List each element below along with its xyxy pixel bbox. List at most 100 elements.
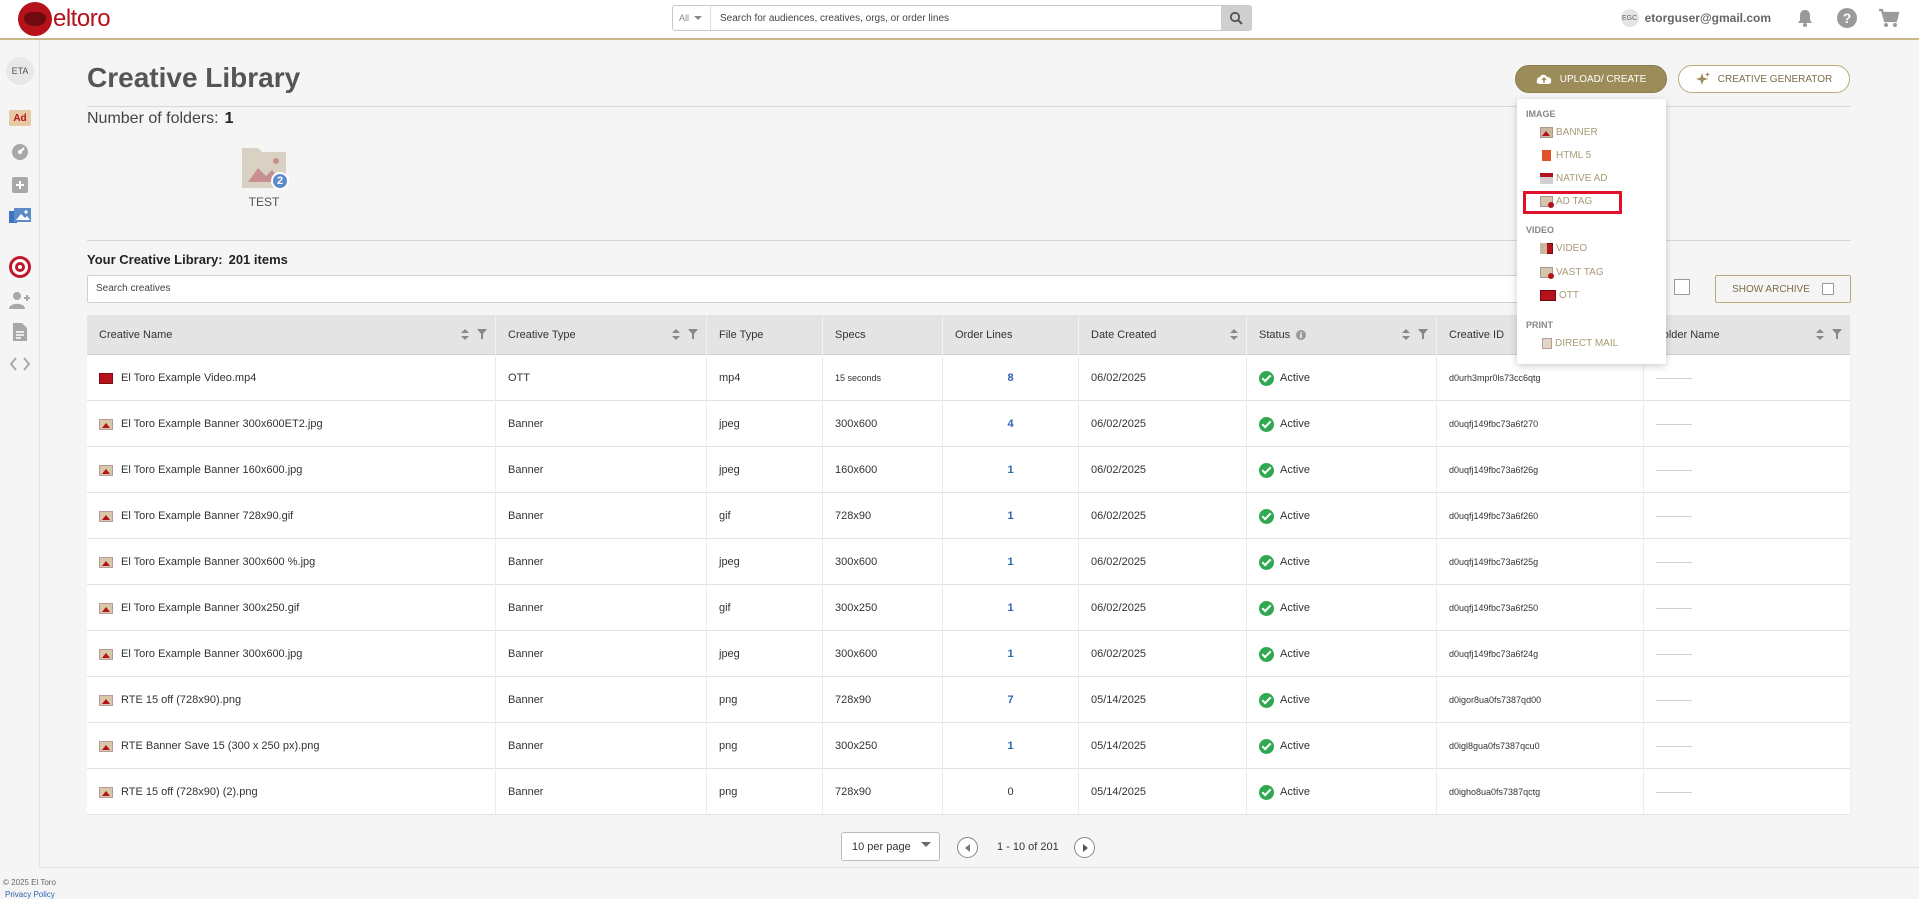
cell-status: Active (1247, 493, 1437, 539)
dashboard-icon[interactable] (5, 139, 35, 165)
help-icon[interactable]: ? (1835, 6, 1859, 30)
folder-name[interactable]: TEST (240, 195, 288, 209)
menu-item-direct-mail[interactable]: DIRECT MAIL (1540, 334, 1618, 352)
cell-order-lines[interactable]: 1 (943, 585, 1079, 631)
filter-icon[interactable] (1832, 329, 1842, 339)
select-checkbox[interactable] (1674, 279, 1690, 295)
user-avatar[interactable]: EGC (1620, 9, 1639, 27)
image-thumbnail-icon (99, 556, 113, 568)
menu-item-native-ad[interactable]: NATIVE AD (1540, 169, 1608, 187)
cell-creative-name[interactable]: El Toro Example Banner 728x90.gif (87, 493, 496, 539)
col-date-created[interactable]: Date Created (1079, 315, 1247, 355)
search-button[interactable] (1221, 6, 1251, 30)
creative-name[interactable]: El Toro Example Banner 160x600.jpg (121, 464, 302, 476)
table-row[interactable]: RTE Banner Save 15 (300 x 250 px).png Ban… (87, 723, 1851, 769)
cell-order-lines[interactable]: 1 (943, 447, 1079, 493)
global-search-input[interactable]: Search for audiences, creatives, orgs, o… (711, 13, 1221, 24)
check-circle-icon (1259, 646, 1274, 662)
target-icon[interactable] (5, 254, 35, 280)
show-archive-toggle[interactable]: SHOW ARCHIVE (1715, 275, 1851, 303)
rail-item-ads[interactable]: Ad (5, 105, 35, 131)
user-email[interactable]: etorguser@gmail.com (1645, 11, 1771, 25)
table-row[interactable]: El Toro Example Banner 728x90.gif Banner g… (87, 493, 1851, 539)
creative-generator-button[interactable]: CREATIVE GENERATOR (1678, 65, 1850, 93)
table-row[interactable]: RTE 15 off (728x90).png Banner png 728x90 7 0… (87, 677, 1851, 723)
cell-creative-name[interactable]: El Toro Example Banner 300x600ET2.jpg (87, 401, 496, 447)
menu-item-video[interactable]: VIDEO (1540, 239, 1587, 257)
chevron-right-icon (1082, 843, 1088, 852)
table-row[interactable]: El Toro Example Banner 300x600 %.jpg Bann… (87, 539, 1851, 585)
table-row[interactable]: El Toro Example Banner 300x250.gif Banner… (87, 585, 1851, 631)
col-folder-name[interactable]: Folder Name (1644, 315, 1851, 355)
search-scope-select[interactable]: All (673, 6, 711, 30)
creative-name[interactable]: RTE 15 off (728x90).png (121, 694, 241, 706)
creative-name[interactable]: El Toro Example Banner 300x600.jpg (121, 648, 302, 660)
creative-library-icon[interactable] (5, 204, 35, 230)
cell-creative-name[interactable]: El Toro Example Banner 300x600.jpg (87, 631, 496, 677)
menu-item-banner[interactable]: BANNER (1540, 123, 1598, 141)
menu-item-html5[interactable]: HTML 5 (1540, 146, 1591, 164)
filter-icon[interactable] (688, 329, 698, 339)
creative-name[interactable]: RTE Banner Save 15 (300 x 250 px).png (121, 740, 320, 752)
ott-icon (1540, 289, 1556, 301)
show-archive-checkbox[interactable] (1821, 283, 1834, 295)
col-order-lines[interactable]: Order Lines (943, 315, 1079, 355)
add-icon[interactable] (5, 172, 35, 198)
previous-page-button[interactable] (957, 837, 978, 858)
cell-creative-name[interactable]: RTE 15 off (728x90) (2).png (87, 769, 496, 815)
cell-order-lines[interactable]: 1 (943, 723, 1079, 769)
cell-order-lines[interactable]: 1 (943, 631, 1079, 677)
cell-order-lines[interactable]: 4 (943, 401, 1079, 447)
creative-name[interactable]: El Toro Example Banner 728x90.gif (121, 510, 293, 522)
cell-order-lines[interactable]: 1 (943, 493, 1079, 539)
upload-create-button[interactable]: UPLOAD/ CREATE (1515, 65, 1667, 93)
sort-icon[interactable] (1230, 329, 1238, 341)
table-row[interactable]: El Toro Example Banner 300x600.jpg Banner… (87, 631, 1851, 677)
next-page-button[interactable] (1074, 837, 1095, 858)
sparkle-icon (1695, 72, 1710, 86)
check-circle-icon (1259, 462, 1274, 478)
cell-creative-name[interactable]: El Toro Example Video.mp4 (87, 355, 496, 401)
cell-order-lines[interactable]: 1 (943, 539, 1079, 585)
col-creative-name[interactable]: Creative Name (87, 315, 496, 355)
cell-order-lines[interactable]: 7 (943, 677, 1079, 723)
sort-icon[interactable] (672, 329, 680, 341)
filter-icon[interactable] (477, 329, 487, 339)
add-user-icon[interactable] (5, 287, 35, 313)
privacy-policy-link[interactable]: Privacy Policy (5, 890, 55, 899)
cell-creative-name[interactable]: El Toro Example Banner 300x250.gif (87, 585, 496, 631)
cell-creative-name[interactable]: El Toro Example Banner 300x600 %.jpg (87, 539, 496, 585)
document-icon[interactable] (5, 319, 35, 345)
code-icon[interactable] (5, 351, 35, 377)
menu-item-vast-tag[interactable]: VAST TAG (1540, 263, 1604, 281)
sort-icon[interactable] (1402, 329, 1410, 341)
info-icon[interactable] (1296, 330, 1307, 340)
filter-icon[interactable] (1418, 329, 1428, 339)
vast-tag-icon (1540, 266, 1554, 279)
sort-icon[interactable] (1816, 329, 1824, 341)
creatives-search-input[interactable]: Search creatives (87, 275, 1665, 303)
creative-name[interactable]: El Toro Example Banner 300x250.gif (121, 602, 299, 614)
table-row[interactable]: RTE 15 off (728x90) (2).png Banner png 728x… (87, 769, 1851, 815)
cell-order-lines[interactable]: 8 (943, 355, 1079, 401)
cell-creative-name[interactable]: El Toro Example Banner 160x600.jpg (87, 447, 496, 493)
creative-name[interactable]: El Toro Example Video.mp4 (121, 372, 256, 384)
table-row[interactable]: El Toro Example Banner 300x600ET2.jpg Ban… (87, 401, 1851, 447)
table-row[interactable]: El Toro Example Banner 160x600.jpg Banner… (87, 447, 1851, 493)
sort-icon[interactable] (461, 329, 469, 341)
creative-name[interactable]: El Toro Example Banner 300x600ET2.jpg (121, 418, 323, 430)
creative-name[interactable]: El Toro Example Banner 300x600 %.jpg (121, 556, 315, 568)
col-specs[interactable]: Specs (823, 315, 943, 355)
col-file-type[interactable]: File Type (707, 315, 823, 355)
cell-creative-name[interactable]: RTE 15 off (728x90).png (87, 677, 496, 723)
bell-icon[interactable] (1793, 6, 1817, 30)
per-page-select[interactable]: 10 per page (841, 832, 940, 861)
creative-name[interactable]: RTE 15 off (728x90) (2).png (121, 786, 258, 798)
col-status[interactable]: Status (1247, 315, 1437, 355)
cell-creative-name[interactable]: RTE Banner Save 15 (300 x 250 px).png (87, 723, 496, 769)
eltoro-logo[interactable]: eltoro (18, 2, 111, 36)
menu-item-ott[interactable]: OTT (1540, 286, 1579, 304)
org-switcher[interactable]: ETA (5, 57, 35, 85)
cart-icon[interactable] (1877, 6, 1901, 30)
col-creative-type[interactable]: Creative Type (496, 315, 707, 355)
